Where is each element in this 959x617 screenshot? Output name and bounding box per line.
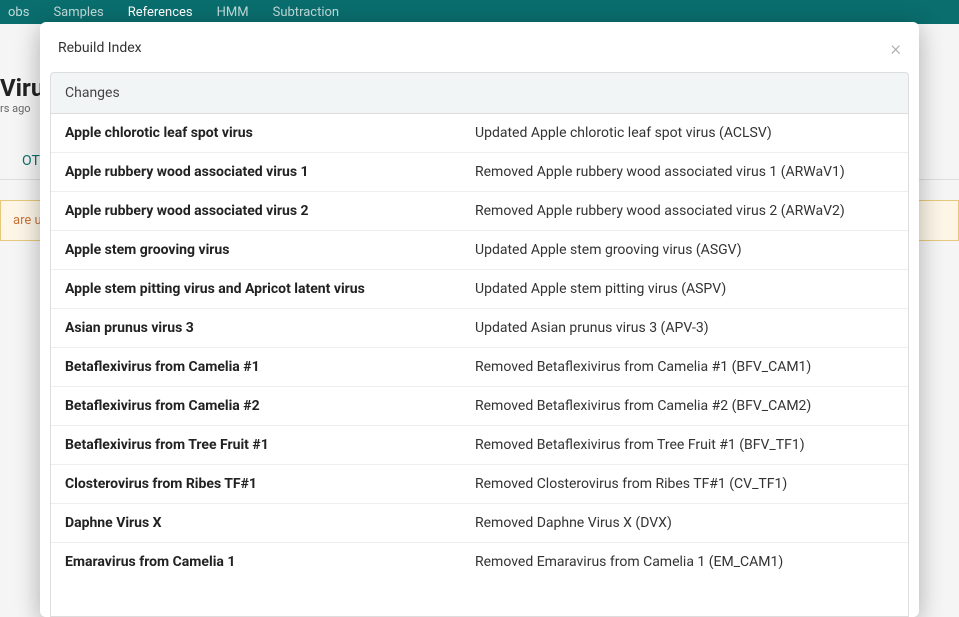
change-row: Betaflexivirus from Camelia #2Removed Be… bbox=[51, 387, 908, 426]
change-description: Removed Daphne Virus X (DVX) bbox=[475, 515, 894, 531]
change-row: Betaflexivirus from Camelia #1Removed Be… bbox=[51, 348, 908, 387]
change-row: Apple stem pitting virus and Apricot lat… bbox=[51, 270, 908, 309]
change-row: Betaflexivirus from Tree Fruit #1Removed… bbox=[51, 426, 908, 465]
change-name: Daphne Virus X bbox=[65, 515, 475, 531]
change-description: Removed Closterovirus from Ribes TF#1 (C… bbox=[475, 476, 894, 492]
change-row: Apple chlorotic leaf spot virusUpdated A… bbox=[51, 114, 908, 153]
change-name: Apple chlorotic leaf spot virus bbox=[65, 125, 475, 141]
change-row: Apple stem grooving virusUpdated Apple s… bbox=[51, 231, 908, 270]
change-row: Apple rubbery wood associated virus 1Rem… bbox=[51, 153, 908, 192]
change-description: Removed Betaflexivirus from Camelia #1 (… bbox=[475, 359, 894, 375]
change-description: Removed Betaflexivirus from Tree Fruit #… bbox=[475, 437, 894, 453]
changes-header: Changes bbox=[50, 72, 909, 114]
change-name: Closterovirus from Ribes TF#1 bbox=[65, 476, 475, 492]
nav-jobs[interactable]: obs bbox=[8, 5, 29, 20]
change-row: Apple rubbery wood associated virus 2Rem… bbox=[51, 192, 908, 231]
modal-title: Rebuild Index bbox=[58, 40, 142, 56]
change-name: Asian prunus virus 3 bbox=[65, 320, 475, 336]
change-description: Removed Apple rubbery wood associated vi… bbox=[475, 164, 894, 180]
change-description: Removed Emaravirus from Camelia 1 (EM_CA… bbox=[475, 554, 894, 570]
nav-samples[interactable]: Samples bbox=[53, 5, 103, 20]
rebuild-index-modal: Rebuild Index × Changes Apple chlorotic … bbox=[40, 22, 919, 617]
change-description: Updated Apple stem pitting virus (ASPV) bbox=[475, 281, 894, 297]
change-description: Updated Apple stem grooving virus (ASGV) bbox=[475, 242, 894, 258]
nav-hmm[interactable]: HMM bbox=[217, 5, 249, 20]
change-description: Removed Apple rubbery wood associated vi… bbox=[475, 203, 894, 219]
change-row: Emaravirus from Camelia 1Removed Emaravi… bbox=[51, 543, 908, 581]
nav-references[interactable]: References bbox=[128, 5, 193, 20]
change-name: Betaflexivirus from Camelia #2 bbox=[65, 398, 475, 414]
modal-header: Rebuild Index × bbox=[40, 22, 919, 72]
change-row: Closterovirus from Ribes TF#1Removed Clo… bbox=[51, 465, 908, 504]
change-row: Daphne Virus XRemoved Daphne Virus X (DV… bbox=[51, 504, 908, 543]
change-name: Apple stem pitting virus and Apricot lat… bbox=[65, 281, 475, 297]
nav-subtraction[interactable]: Subtraction bbox=[273, 5, 339, 20]
change-name: Betaflexivirus from Tree Fruit #1 bbox=[65, 437, 475, 453]
change-description: Updated Apple chlorotic leaf spot virus … bbox=[475, 125, 894, 141]
change-name: Emaravirus from Camelia 1 bbox=[65, 554, 475, 570]
change-name: Apple stem grooving virus bbox=[65, 242, 475, 258]
top-nav: obs Samples References HMM Subtraction bbox=[0, 0, 959, 24]
change-name: Betaflexivirus from Camelia #1 bbox=[65, 359, 475, 375]
change-row: Asian prunus virus 3Updated Asian prunus… bbox=[51, 309, 908, 348]
change-description: Updated Asian prunus virus 3 (APV-3) bbox=[475, 320, 894, 336]
close-icon[interactable]: × bbox=[891, 38, 901, 58]
changes-list[interactable]: Apple chlorotic leaf spot virusUpdated A… bbox=[50, 114, 909, 617]
change-description: Removed Betaflexivirus from Camelia #2 (… bbox=[475, 398, 894, 414]
change-name: Apple rubbery wood associated virus 2 bbox=[65, 203, 475, 219]
change-name: Apple rubbery wood associated virus 1 bbox=[65, 164, 475, 180]
